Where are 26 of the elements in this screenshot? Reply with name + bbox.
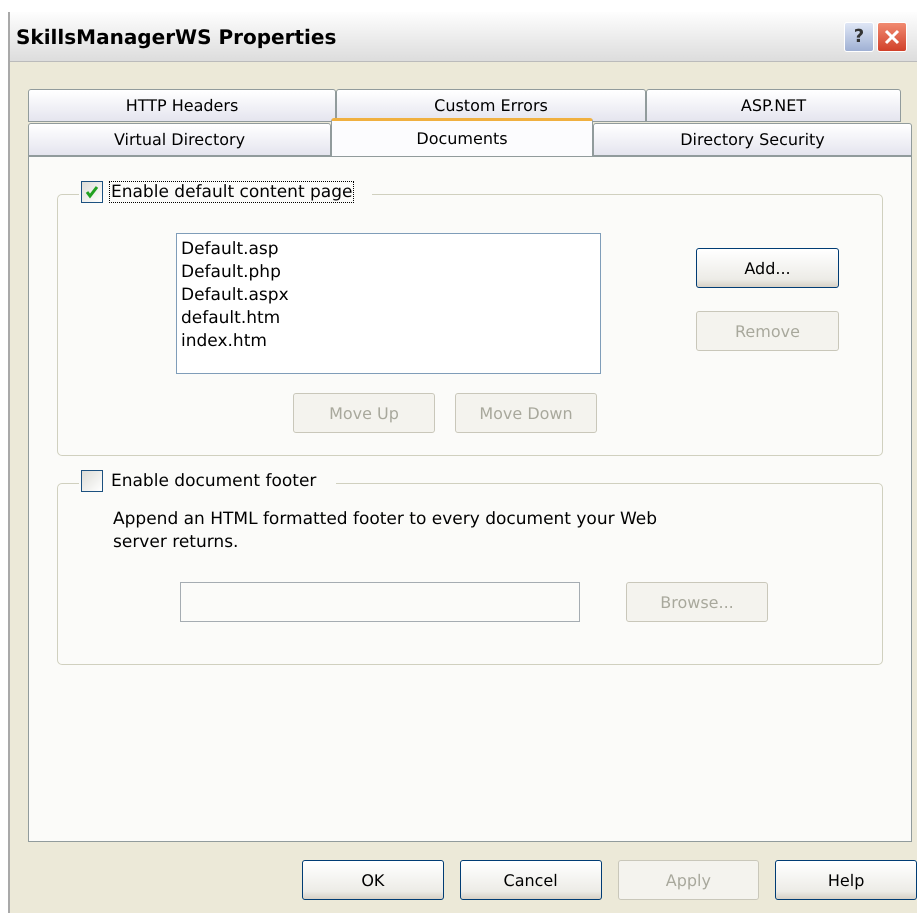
list-item[interactable]: Default.aspx — [181, 284, 596, 307]
checkbox-label[interactable]: Enable document footer — [109, 470, 318, 492]
list-item[interactable]: default.htm — [181, 307, 596, 330]
list-item[interactable]: index.htm — [181, 330, 596, 353]
dialog-button[interactable]: OK — [302, 860, 444, 900]
window-title: SkillsManagerWS Properties — [16, 24, 338, 48]
close-button[interactable] — [877, 22, 907, 52]
list-item[interactable]: Default.asp — [181, 238, 596, 261]
tab[interactable]: HTTP Headers — [28, 89, 336, 122]
footer-description: Append an HTML formatted footer to every document your Web server returns. — [113, 508, 658, 554]
tab[interactable]: Documents — [331, 118, 593, 156]
tab[interactable]: Custom Errors — [336, 89, 646, 122]
tab[interactable]: Virtual Directory — [28, 123, 331, 156]
checkbox[interactable] — [81, 470, 103, 492]
help-button[interactable]: ? — [844, 22, 874, 52]
checkbox-label[interactable]: Enable default content page — [109, 181, 354, 203]
dialog-button[interactable]: Help — [775, 860, 917, 900]
checkbox[interactable] — [81, 181, 103, 203]
close-icon — [883, 28, 901, 46]
check-icon — [84, 184, 100, 200]
add-button[interactable]: Add... — [696, 248, 839, 288]
document-list[interactable]: Default.asp Default.php Default.aspx default.htm index.htm — [176, 233, 601, 374]
tab[interactable]: ASP.NET — [646, 89, 901, 122]
list-item[interactable]: Default.php — [181, 261, 596, 284]
tab[interactable]: Directory Security — [593, 123, 912, 156]
dialog-button[interactable]: Cancel — [460, 860, 602, 900]
